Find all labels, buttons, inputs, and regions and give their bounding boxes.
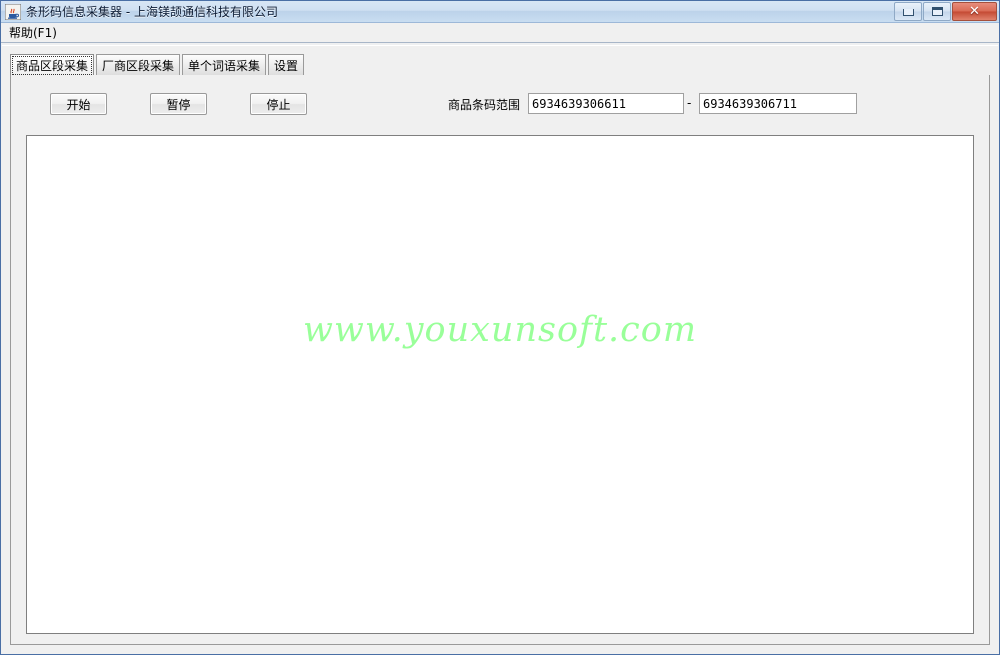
tab-settings-label: 设置	[274, 58, 299, 73]
application-window: 条形码信息采集器 - 上海镁颉通信科技有限公司 ✕ 帮助(F1) 商品区段采集	[0, 0, 1000, 655]
window-title: 条形码信息采集器 - 上海镁颉通信科技有限公司	[26, 5, 278, 19]
tab-settings[interactable]: 设置	[268, 54, 305, 75]
minimize-icon	[902, 9, 914, 16]
maximize-button[interactable]	[923, 2, 951, 21]
watermark-text: www.youxunsoft.com	[302, 310, 698, 350]
java-coffee-cup-icon	[5, 3, 21, 20]
menu-item-help[interactable]: 帮助(F1)	[5, 24, 61, 42]
tabstrip: 商品区段采集 厂商区段采集 单个词语采集 设置	[10, 54, 990, 75]
menubar: 帮助(F1)	[1, 23, 999, 43]
tab-manufacturer-segment-label: 厂商区段采集	[102, 58, 175, 73]
barcode-range-to-input[interactable]	[699, 93, 857, 114]
tab-single-term[interactable]: 单个词语采集	[182, 54, 267, 75]
client-area: 商品区段采集 厂商区段采集 单个词语采集 设置 开始 暂停 停止 商品条码范围 …	[2, 45, 998, 653]
barcode-range-from-input[interactable]	[528, 93, 684, 114]
minimize-button[interactable]	[894, 2, 922, 21]
tab-panel-product-segment: 开始 暂停 停止 商品条码范围 - www.youxunsoft.com	[10, 75, 990, 645]
maximize-icon	[931, 7, 943, 16]
tab-product-segment-label: 商品区段采集	[16, 58, 89, 73]
pause-button[interactable]: 暂停	[150, 93, 207, 115]
tab-single-term-label: 单个词语采集	[188, 58, 261, 73]
stop-button[interactable]: 停止	[250, 93, 307, 115]
output-log-area[interactable]: www.youxunsoft.com	[26, 135, 974, 634]
close-icon: ✕	[969, 4, 980, 19]
titlebar[interactable]: 条形码信息采集器 - 上海镁颉通信科技有限公司 ✕	[1, 1, 999, 23]
window-controls: ✕	[894, 2, 997, 21]
barcode-range-label: 商品条码范围	[448, 98, 521, 112]
toolbar: 开始 暂停 停止 商品条码范围 -	[11, 75, 989, 133]
tab-product-segment[interactable]: 商品区段采集	[10, 54, 95, 75]
tab-manufacturer-segment[interactable]: 厂商区段采集	[96, 54, 181, 75]
close-button[interactable]: ✕	[952, 2, 997, 21]
start-button[interactable]: 开始	[50, 93, 107, 115]
range-separator: -	[687, 96, 692, 110]
